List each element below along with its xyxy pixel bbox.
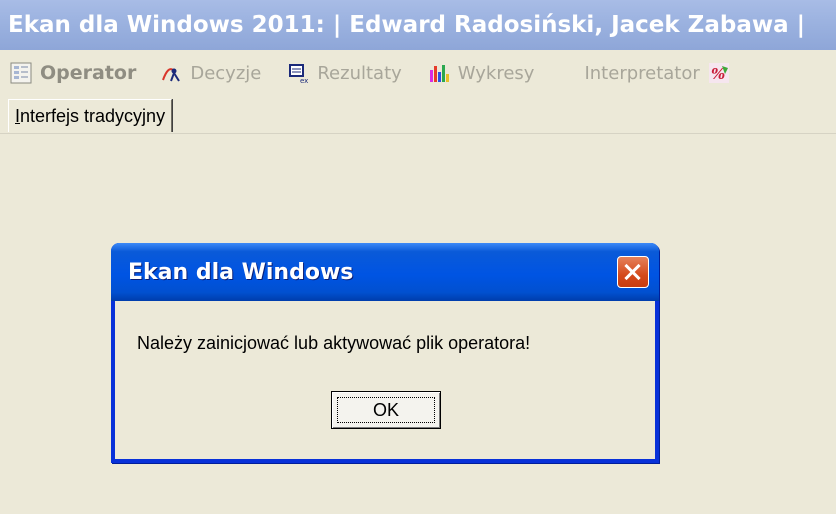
app-title-bar: Ekan dla Windows 2011: | Edward Radosińs… (0, 0, 836, 50)
charts-icon (428, 62, 450, 84)
toolbar-decyzje-button[interactable]: Decyzje (160, 62, 261, 84)
message-dialog: Ekan dla Windows Należy zainicjować lub … (111, 243, 659, 463)
interpreter-icon: % (708, 62, 730, 84)
toolbar-rezultaty-button[interactable]: ex Rezultaty (287, 62, 402, 85)
app-title: Ekan dla Windows 2011: | Edward Radosińs… (8, 12, 806, 38)
dialog-title-bar[interactable]: Ekan dla Windows (111, 243, 659, 301)
tab-strip: Interfejs tradycyjny (0, 95, 836, 134)
close-icon[interactable] (617, 256, 649, 288)
ok-button[interactable]: OK (331, 391, 441, 429)
toolbar-operator-button[interactable]: Operator (10, 62, 136, 84)
svg-text:ex: ex (300, 77, 308, 84)
toolbar-wykresy-button[interactable]: Wykresy (428, 62, 534, 84)
tab-interfejs-tradycyjny[interactable]: Interfejs tradycyjny (8, 99, 173, 132)
operator-icon (10, 62, 32, 84)
ok-button-label: OK (372, 400, 399, 420)
decisions-icon (160, 62, 182, 84)
main-toolbar: Operator Decyzje ex Rezultaty Wykresy In… (0, 53, 836, 93)
results-icon: ex (287, 62, 309, 85)
dialog-title: Ekan dla Windows (128, 260, 354, 285)
dialog-body: Należy zainicjować lub aktywować plik op… (115, 301, 655, 459)
dialog-message: Należy zainicjować lub aktywować plik op… (137, 333, 531, 353)
toolbar-interpretator-button[interactable]: Interpretator % (584, 62, 729, 84)
